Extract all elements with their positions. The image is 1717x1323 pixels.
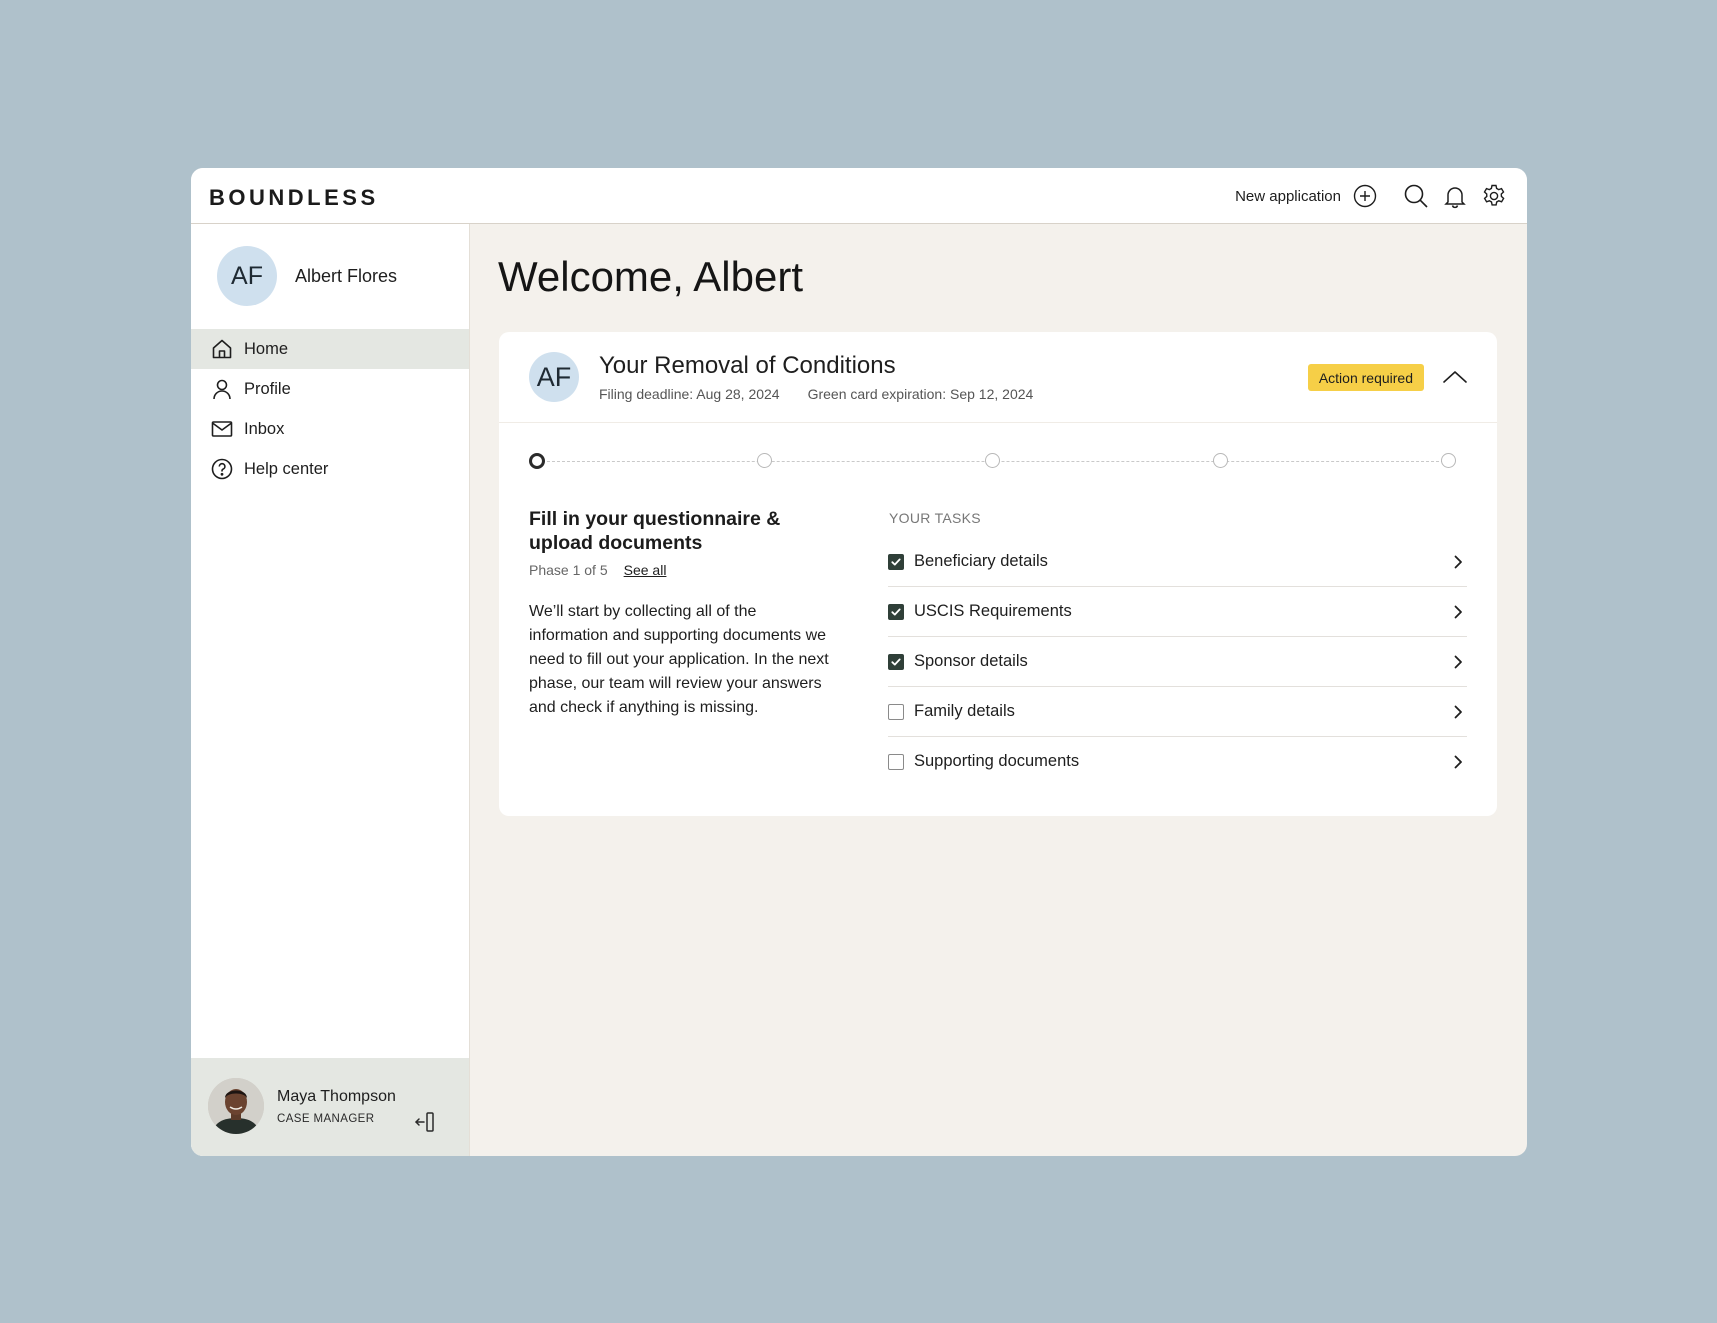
task-row-family-details[interactable]: Family details bbox=[888, 687, 1467, 737]
brand-logo[interactable]: BOUNDLESS bbox=[209, 185, 379, 211]
phase-step-2 bbox=[757, 453, 772, 468]
status-badge: Action required bbox=[1307, 364, 1424, 391]
tasks-panel: YOUR TASKS Beneficiary details USCIS Req… bbox=[888, 510, 1467, 786]
phase-stepper bbox=[529, 452, 1457, 472]
phase-subtitle: Phase 1 of 5 See all bbox=[529, 562, 666, 578]
search-icon[interactable] bbox=[1403, 183, 1429, 209]
task-checkbox[interactable] bbox=[888, 703, 904, 720]
phase-progress: Phase 1 of 5 bbox=[529, 562, 608, 578]
top-bar: BOUNDLESS New application bbox=[191, 168, 1527, 224]
user-icon bbox=[211, 378, 244, 400]
gear-icon[interactable] bbox=[1481, 183, 1507, 209]
logout-icon[interactable] bbox=[413, 1110, 437, 1134]
new-application-button[interactable]: New application bbox=[1235, 183, 1377, 209]
chevron-right-icon bbox=[1449, 703, 1467, 721]
task-checkbox[interactable] bbox=[888, 753, 904, 770]
task-row-sponsor-details[interactable]: Sponsor details bbox=[888, 637, 1467, 687]
task-row-supporting-documents[interactable]: Supporting documents bbox=[888, 737, 1467, 786]
tasks-heading: YOUR TASKS bbox=[889, 510, 981, 526]
user-profile[interactable]: AF Albert Flores bbox=[217, 246, 397, 306]
sidebar-item-label: Home bbox=[244, 339, 289, 358]
chevron-right-icon bbox=[1449, 653, 1467, 671]
case-manager-card: Maya Thompson CASE MANAGER bbox=[191, 1058, 469, 1156]
phase-step-3 bbox=[985, 453, 1000, 468]
case-avatar: AF bbox=[529, 352, 579, 402]
case-manager-role: CASE MANAGER bbox=[277, 1113, 375, 1125]
filing-deadline: Filing deadline: Aug 28, 2024 bbox=[599, 386, 780, 402]
mail-icon bbox=[211, 418, 244, 440]
home-icon bbox=[211, 338, 244, 360]
chevron-right-icon bbox=[1449, 753, 1467, 771]
sidebar-item-help-center[interactable]: Help center bbox=[191, 449, 469, 489]
new-application-label: New application bbox=[1235, 187, 1341, 205]
case-card-header: AF Your Removal of Conditions Filing dea… bbox=[499, 332, 1497, 423]
case-title: Your Removal of Conditions bbox=[599, 352, 896, 379]
case-manager-avatar bbox=[208, 1078, 264, 1134]
sidebar: AF Albert Flores Home Profile Inbox Help… bbox=[191, 224, 470, 1156]
task-label: USCIS Requirements bbox=[914, 602, 1072, 620]
chevron-up-icon[interactable] bbox=[1441, 366, 1469, 388]
sidebar-item-profile[interactable]: Profile bbox=[191, 369, 469, 409]
chevron-right-icon bbox=[1449, 603, 1467, 621]
help-circle-icon bbox=[211, 458, 244, 480]
case-card: AF Your Removal of Conditions Filing dea… bbox=[499, 332, 1497, 816]
task-checkbox[interactable] bbox=[888, 603, 904, 620]
phase-description: We’ll start by collecting all of the inf… bbox=[529, 603, 829, 716]
chevron-right-icon bbox=[1449, 553, 1467, 571]
sidebar-item-inbox[interactable]: Inbox bbox=[191, 409, 469, 449]
plus-circle-icon bbox=[1353, 184, 1377, 208]
task-label: Beneficiary details bbox=[914, 552, 1048, 570]
sidebar-item-label: Inbox bbox=[244, 419, 285, 438]
sidebar-item-home[interactable]: Home bbox=[191, 329, 469, 369]
see-all-link[interactable]: See all bbox=[624, 562, 667, 578]
phase-step-4 bbox=[1213, 453, 1228, 468]
task-row-beneficiary-details[interactable]: Beneficiary details bbox=[888, 537, 1467, 587]
green-card-expiration: Green card expiration: Sep 12, 2024 bbox=[807, 386, 1034, 402]
sidebar-item-label: Profile bbox=[244, 379, 291, 398]
app-window: BOUNDLESS New application AF Albert Flor… bbox=[191, 168, 1527, 1156]
case-manager-name: Maya Thompson bbox=[277, 1088, 396, 1105]
avatar: AF bbox=[217, 246, 277, 306]
phase-step-5 bbox=[1441, 453, 1456, 468]
page-title: Welcome, Albert bbox=[498, 253, 804, 300]
task-checkbox[interactable] bbox=[888, 553, 904, 570]
sidebar-nav: Home Profile Inbox Help center bbox=[191, 329, 469, 489]
phase-title: Fill in your questionnaire & upload docu… bbox=[529, 508, 781, 554]
case-meta: Filing deadline: Aug 28, 2024 Green card… bbox=[599, 386, 1033, 402]
task-label: Family details bbox=[914, 702, 1015, 720]
task-checkbox[interactable] bbox=[888, 653, 904, 670]
task-label: Sponsor details bbox=[914, 652, 1028, 670]
task-label: Supporting documents bbox=[914, 752, 1080, 770]
bell-icon[interactable] bbox=[1442, 183, 1468, 209]
user-name: Albert Flores bbox=[295, 265, 398, 286]
task-list: Beneficiary details USCIS Requirements S… bbox=[888, 537, 1467, 786]
phase-step-1 bbox=[529, 453, 545, 469]
task-row-uscis-requirements[interactable]: USCIS Requirements bbox=[888, 587, 1467, 637]
sidebar-item-label: Help center bbox=[244, 459, 329, 478]
